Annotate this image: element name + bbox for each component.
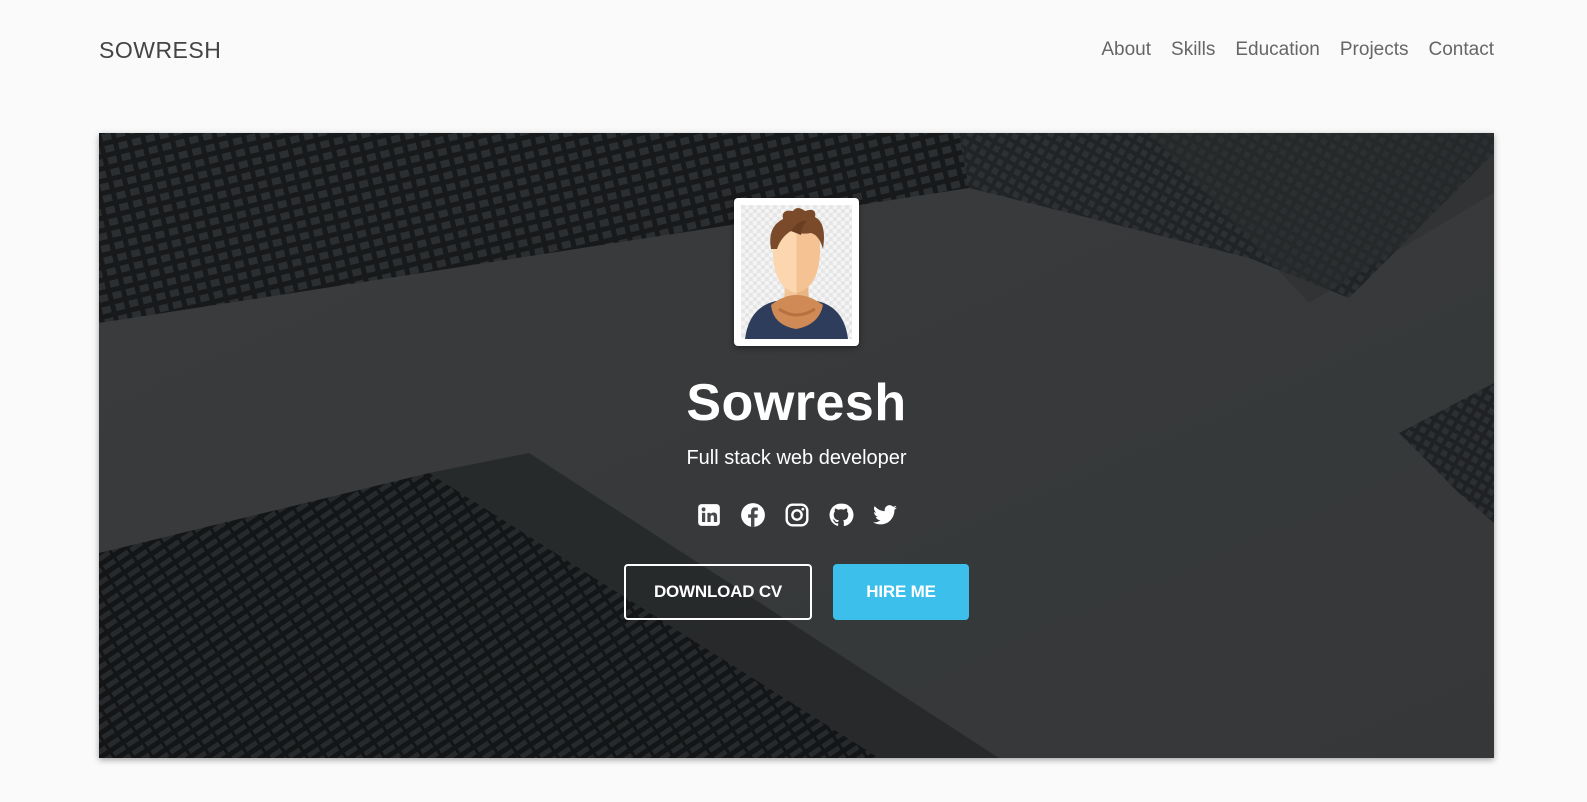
facebook-icon[interactable] [740,502,766,528]
avatar [734,198,859,346]
hero-section: Sowresh Full stack web developer DOWNLOA… [99,133,1494,758]
nav-link-contact[interactable]: Contact [1429,39,1494,61]
social-links [696,502,898,528]
hero-name: Sowresh [686,374,907,432]
nav-link-about[interactable]: About [1101,39,1151,61]
nav-link-skills[interactable]: Skills [1171,39,1215,61]
hero-actions: DOWNLOAD CV HIRE ME [624,564,969,620]
navbar: SOWRESH About Skills Education Projects … [99,30,1494,70]
linkedin-icon[interactable] [696,502,722,528]
hero-content: Sowresh Full stack web developer DOWNLOA… [99,133,1494,758]
instagram-icon[interactable] [784,502,810,528]
avatar-illustration [741,205,852,339]
download-cv-button[interactable]: DOWNLOAD CV [624,564,812,620]
hire-me-button[interactable]: HIRE ME [833,564,969,620]
nav-link-projects[interactable]: Projects [1340,39,1409,61]
hero-subtitle: Full stack web developer [686,447,907,469]
twitter-icon[interactable] [872,502,898,528]
nav-link-education[interactable]: Education [1235,39,1320,61]
brand-logo[interactable]: SOWRESH [99,37,221,64]
nav-menu: About Skills Education Projects Contact [1101,39,1494,61]
github-icon[interactable] [828,502,854,528]
